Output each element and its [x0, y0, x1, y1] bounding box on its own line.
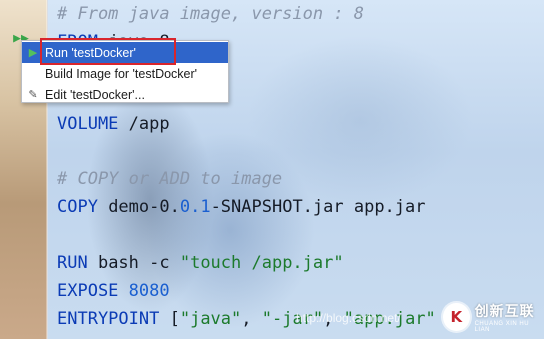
menu-item-label: Build Image for 'testDocker' — [45, 66, 198, 81]
number-literal: 8080 — [118, 281, 170, 301]
run-context-menu: ▶ Run 'testDocker' Build Image for 'test… — [21, 40, 229, 103]
string-literal: "touch /app.jar" — [179, 253, 344, 273]
brand-logo: K 创新互联 CHUANG XIN HU LIAN — [443, 298, 543, 336]
play-icon: ▶ — [28, 47, 38, 59]
code-text: -SNAPSHOT.jar app.jar — [210, 197, 426, 217]
menu-item-run[interactable]: ▶ Run 'testDocker' — [22, 42, 228, 63]
keyword: RUN — [57, 253, 88, 273]
comment-text: # COPY or ADD to image — [57, 169, 283, 189]
logo-subtitle: CHUANG XIN HU LIAN — [474, 321, 530, 333]
edit-icon: ✎ — [28, 89, 38, 101]
menu-item-label: Edit 'testDocker'... — [45, 87, 145, 102]
code-line: VOLUME /app — [57, 110, 170, 138]
menu-item-edit[interactable]: ✎ Edit 'testDocker'... — [22, 84, 228, 105]
code-text: , — [241, 309, 262, 329]
logo-mark-icon: K — [443, 303, 470, 331]
keyword: EXPOSE — [57, 281, 119, 301]
code-text: [ — [159, 309, 180, 329]
keyword: VOLUME — [57, 114, 119, 134]
watermark-text: http://blog.csdn.net/ — [296, 311, 401, 325]
code-line: RUN bash -c "touch /app.jar" — [57, 249, 344, 277]
keyword: ENTRYPOINT — [57, 309, 160, 329]
comment-text: # From java image, version : 8 — [57, 4, 365, 24]
menu-item-label: Run 'testDocker' — [45, 45, 136, 60]
code-line: # From java image, version : 8 — [57, 0, 364, 28]
code-text: /app — [118, 114, 170, 134]
code-line: COPY demo-0.0.1-SNAPSHOT.jar app.jar — [57, 193, 426, 221]
number-literal: 0.1 — [179, 197, 211, 217]
logo-name: 创新互联 — [474, 304, 535, 320]
code-line: EXPOSE 8080 — [57, 277, 170, 305]
code-text: bash -c — [87, 253, 180, 273]
menu-item-build-image[interactable]: Build Image for 'testDocker' — [22, 63, 228, 84]
code-text: demo-0. — [97, 197, 180, 217]
code-line: # COPY or ADD to image — [57, 165, 282, 193]
string-literal: "java" — [179, 309, 242, 329]
code-editor[interactable]: # From java image, version : 8 FROM java… — [57, 0, 436, 329]
keyword: COPY — [57, 197, 98, 217]
